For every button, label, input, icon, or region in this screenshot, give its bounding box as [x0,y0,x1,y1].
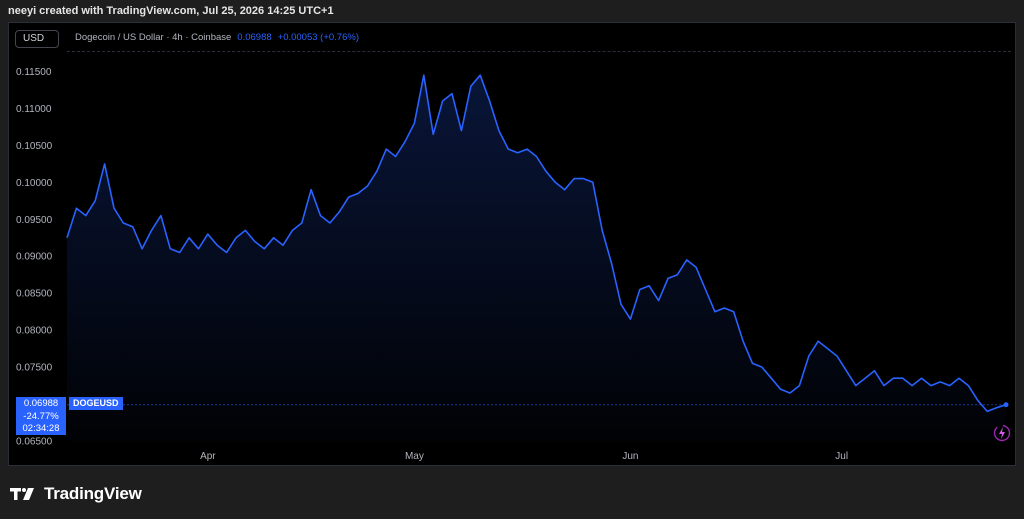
price-tag-price: 0.06988 [23,398,59,409]
currency-button[interactable]: USD [15,30,59,48]
header-divider [67,51,1011,52]
tradingview-logo-icon [10,488,34,500]
flash-circle-icon[interactable] [991,423,1011,443]
x-tick-label: Apr [200,451,216,462]
y-tick-label: 0.10500 [16,141,53,152]
y-tick-label: 0.06500 [16,437,53,448]
symbol-legend: Dogecoin / US Dollar · 4h · Coinbase 0.06… [75,32,359,43]
y-tick-label: 0.08000 [16,326,53,337]
price-tag: 0.06988 -24.77% 02:34:28 [16,397,66,435]
legend-change: +0.00053 (+0.76%) [277,32,359,43]
chart-caption: neeyi created with TradingView.com, Jul … [8,5,334,17]
x-axis: Apr May Jun Jul [200,451,848,462]
last-price-point [1003,402,1009,408]
y-tick-label: 0.09500 [16,215,53,226]
y-tick-label: 0.11500 [16,67,52,78]
price-tag-countdown: 02:34:28 [22,423,60,434]
y-axis: 0.11500 0.11000 0.10500 0.10000 0.09500 0.090… [16,67,53,448]
x-tick-label: Jun [622,451,638,462]
x-tick-label: May [405,451,424,462]
legend-last-price: 0.06988 [237,32,272,43]
brand-name: TradingView [44,484,142,503]
symbol-description: Dogecoin / US Dollar · 4h · Coinbase [75,32,232,43]
tradingview-brand[interactable]: TradingView [10,484,142,504]
y-tick-label: 0.07500 [16,363,53,374]
chart-panel: 0.11500 0.11000 0.10500 0.10000 0.09500 0.090… [8,22,1016,466]
symbol-tag: DOGEUSD [69,397,123,410]
price-chart[interactable]: 0.11500 0.11000 0.10500 0.10000 0.09500 0.090… [9,23,1015,465]
x-tick-label: Jul [835,451,848,462]
y-tick-label: 0.10000 [16,178,53,189]
price-tag-change: -24.77% [23,410,59,422]
series-area-fill [67,75,1006,441]
y-tick-label: 0.11000 [16,104,52,115]
y-tick-label: 0.08500 [16,289,53,300]
y-tick-label: 0.09000 [16,252,53,263]
